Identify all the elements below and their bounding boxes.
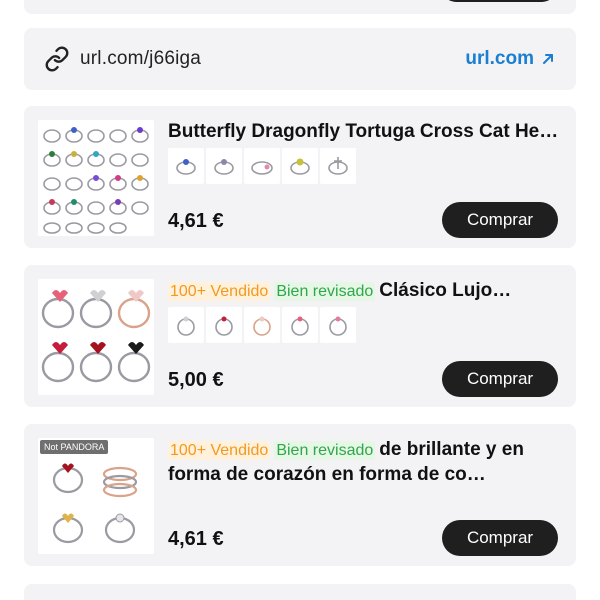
well-reviewed-tag: Bien revisado	[274, 441, 376, 460]
variant-list	[168, 148, 356, 184]
variant-thumb[interactable]	[168, 148, 204, 184]
sold-count-tag: 100+ Vendido	[168, 282, 271, 301]
variant-thumb[interactable]	[244, 148, 280, 184]
variant-list	[168, 307, 356, 343]
variant-thumb[interactable]	[320, 148, 356, 184]
previous-product-card	[24, 0, 576, 14]
variant-thumb[interactable]	[282, 148, 318, 184]
buy-button[interactable]: Comprar	[442, 361, 558, 397]
ring-icon	[214, 159, 234, 175]
ring-icon	[215, 316, 233, 336]
variant-thumb[interactable]	[282, 307, 318, 343]
ring-icon	[291, 316, 309, 336]
heart-rings-image	[41, 290, 151, 383]
product-card[interactable]: Not PANDORA 100+ Vendido Bien revisado de …	[24, 424, 576, 566]
product-image-heart-rings[interactable]	[38, 279, 154, 395]
open-link-label: url.com	[465, 48, 534, 69]
ring-icon	[177, 316, 195, 336]
product-card[interactable]: Butterfly Dragonfly Tortuga Cross Cat He…	[24, 106, 576, 248]
variant-thumb[interactable]	[244, 307, 280, 343]
ring-icon	[328, 157, 348, 175]
product-card[interactable]: 100+ Vendido Bien revisado Clásico Lujo… 5…	[24, 265, 576, 407]
product-title: 100+ Vendido Bien revisado de brillante y …	[168, 438, 560, 487]
sold-count-tag: 100+ Vendido	[168, 441, 271, 460]
ring-icon	[329, 316, 347, 336]
variant-thumb[interactable]	[206, 307, 242, 343]
ring-icon	[251, 161, 273, 175]
buy-button[interactable]: Comprar	[442, 520, 558, 556]
link-bar: url.com/j66iga url.com	[24, 28, 576, 90]
open-link-button[interactable]: url.com	[465, 48, 556, 70]
product-title: 100+ Vendido Bien revisado Clásico Lujo…	[168, 279, 560, 304]
previous-buy-button[interactable]	[442, 0, 556, 2]
not-pandora-badge: Not PANDORA	[40, 440, 109, 454]
variant-thumb[interactable]	[320, 307, 356, 343]
link-url-text: url.com/j66iga	[80, 48, 202, 69]
ring-icon	[176, 159, 196, 175]
ring-icon	[253, 316, 271, 336]
link-icon	[45, 46, 69, 72]
product-image-rings-grid[interactable]	[38, 120, 154, 236]
buy-button[interactable]: Comprar	[442, 202, 558, 238]
variant-thumb[interactable]	[168, 307, 204, 343]
ring-icon	[290, 158, 310, 175]
product-price: 5,00 €	[168, 369, 224, 391]
rings-grid-image	[43, 127, 149, 234]
product-title: Butterfly Dragonfly Tortuga Cross Cat He…	[168, 121, 560, 142]
heart-rings-set-image	[52, 463, 138, 544]
product-price: 4,61 €	[168, 210, 224, 232]
product-title-text: Clásico Lujo…	[379, 280, 512, 301]
well-reviewed-tag: Bien revisado	[274, 282, 376, 301]
next-product-card[interactable]	[24, 584, 576, 600]
product-image-heart-rings-set[interactable]: Not PANDORA	[38, 438, 154, 554]
variant-thumb[interactable]	[206, 148, 242, 184]
product-price: 4,61 €	[168, 528, 224, 550]
arrow-up-right-icon	[543, 54, 553, 64]
